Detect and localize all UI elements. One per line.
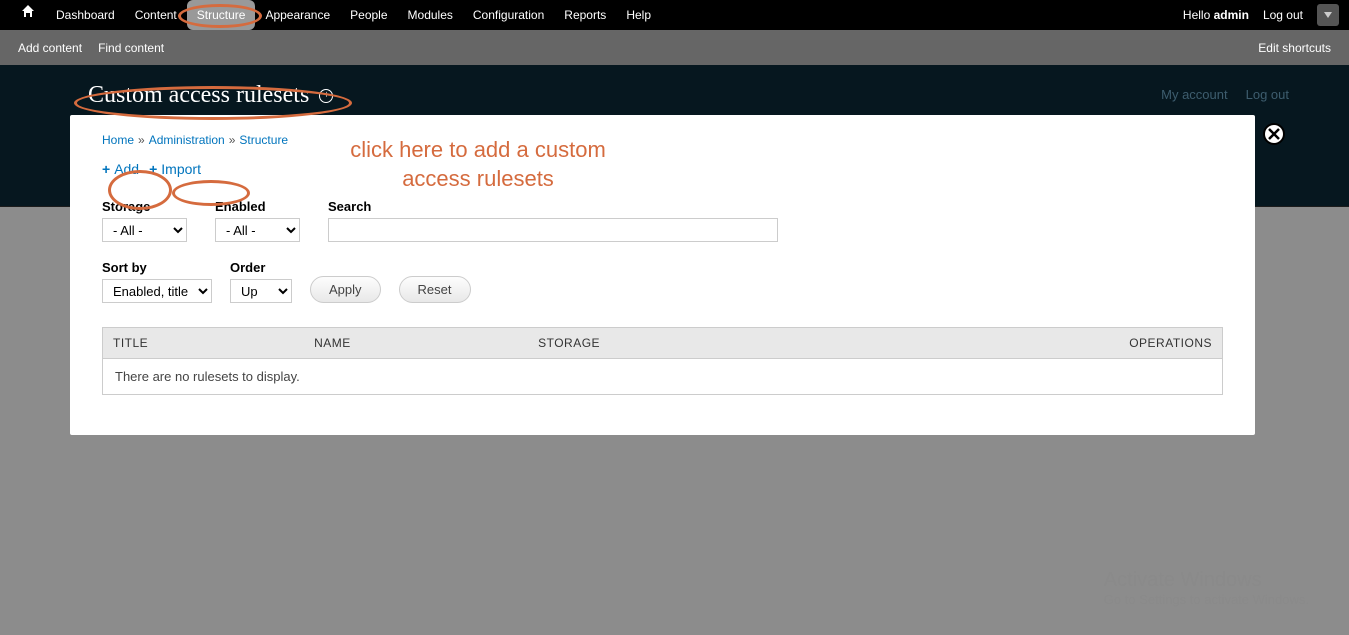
add-shortcut-icon[interactable]: + xyxy=(319,89,333,103)
search-input[interactable] xyxy=(328,218,778,242)
hello-user: Hello admin xyxy=(1183,8,1249,22)
shortcut-left: Add content Find content xyxy=(18,41,164,55)
close-icon xyxy=(1268,128,1280,140)
toolbar-modules[interactable]: Modules xyxy=(398,0,463,30)
breadcrumb-admin[interactable]: Administration xyxy=(149,133,225,147)
apply-button[interactable]: Apply xyxy=(310,276,381,303)
toolbar-dashboard[interactable]: Dashboard xyxy=(46,0,125,30)
toolbar-left: Dashboard Content Structure Appearance P… xyxy=(10,0,661,30)
filter-sort-by: Sort by Enabled, title xyxy=(102,260,212,303)
overlay-body: Home»Administration»Structure +Add +Impo… xyxy=(70,115,1255,435)
filters-row-1: Storage - All - Enabled - All - Search xyxy=(102,199,1223,242)
windows-activation-watermark: Activate Windows Go to Settings to activ… xyxy=(1104,569,1309,607)
toolbar-structure[interactable]: Structure xyxy=(187,0,256,30)
search-label: Search xyxy=(328,199,778,214)
reset-button[interactable]: Reset xyxy=(399,276,471,303)
enabled-label: Enabled xyxy=(215,199,300,214)
th-title[interactable]: TITLE xyxy=(103,328,305,359)
toolbar-appearance[interactable]: Appearance xyxy=(255,0,340,30)
shortcut-bar: Add content Find content Edit shortcuts xyxy=(0,30,1349,65)
order-select[interactable]: Up xyxy=(230,279,292,303)
storage-select[interactable]: - All - xyxy=(102,218,187,242)
shortcut-toggle[interactable] xyxy=(1317,4,1339,26)
sortby-label: Sort by xyxy=(102,260,212,275)
sortby-select[interactable]: Enabled, title xyxy=(102,279,212,303)
import-ruleset-link[interactable]: +Import xyxy=(149,161,201,177)
breadcrumb: Home»Administration»Structure xyxy=(102,133,1223,147)
watermark-heading: Activate Windows xyxy=(1104,569,1309,592)
th-name[interactable]: NAME xyxy=(304,328,528,359)
enabled-select[interactable]: - All - xyxy=(215,218,300,242)
shortcut-find-content[interactable]: Find content xyxy=(98,41,164,55)
home-icon xyxy=(20,3,36,19)
filter-storage: Storage - All - xyxy=(102,199,187,242)
watermark-sub: Go to Settings to activate Windows. xyxy=(1104,592,1309,607)
rulesets-table: TITLE NAME STORAGE OPERATIONS There are … xyxy=(102,327,1223,395)
toolbar-people[interactable]: People xyxy=(340,0,397,30)
logout-link[interactable]: Log out xyxy=(1263,8,1303,22)
admin-toolbar: Dashboard Content Structure Appearance P… xyxy=(0,0,1349,30)
filter-order: Order Up xyxy=(230,260,292,303)
shortcut-add-content[interactable]: Add content xyxy=(18,41,82,55)
toolbar-right: Hello admin Log out xyxy=(1183,4,1339,26)
toolbar-content[interactable]: Content xyxy=(125,0,187,30)
order-label: Order xyxy=(230,260,292,275)
overlay-panel: Custom access rulesets + Home»Administra… xyxy=(70,82,1255,435)
plus-icon: + xyxy=(102,161,110,177)
annotation-text: click here to add a custom access rulese… xyxy=(338,136,618,193)
storage-label: Storage xyxy=(102,199,187,214)
table-header-row: TITLE NAME STORAGE OPERATIONS xyxy=(103,328,1223,359)
toolbar-configuration[interactable]: Configuration xyxy=(463,0,554,30)
filter-search: Search xyxy=(328,199,778,242)
table-empty-row: There are no rulesets to display. xyxy=(103,359,1223,395)
action-links: +Add +Import xyxy=(102,161,1223,177)
close-overlay-button[interactable] xyxy=(1263,123,1285,145)
filter-enabled: Enabled - All - xyxy=(215,199,300,242)
breadcrumb-structure[interactable]: Structure xyxy=(239,133,288,147)
toolbar-help[interactable]: Help xyxy=(616,0,661,30)
th-storage[interactable]: STORAGE xyxy=(528,328,830,359)
empty-message: There are no rulesets to display. xyxy=(103,359,1223,395)
home-icon-link[interactable] xyxy=(10,0,46,30)
filters-row-2: Sort by Enabled, title Order Up Apply Re… xyxy=(102,260,1223,303)
toolbar-reports[interactable]: Reports xyxy=(554,0,616,30)
breadcrumb-home[interactable]: Home xyxy=(102,133,134,147)
overlay-title-bar: Custom access rulesets + xyxy=(70,82,1255,109)
add-ruleset-link[interactable]: +Add xyxy=(102,161,139,177)
chevron-down-icon xyxy=(1324,12,1332,18)
overlay-title: Custom access rulesets xyxy=(88,82,309,109)
th-operations: OPERATIONS xyxy=(830,328,1222,359)
plus-icon: + xyxy=(149,161,157,177)
edit-shortcuts[interactable]: Edit shortcuts xyxy=(1258,41,1331,55)
